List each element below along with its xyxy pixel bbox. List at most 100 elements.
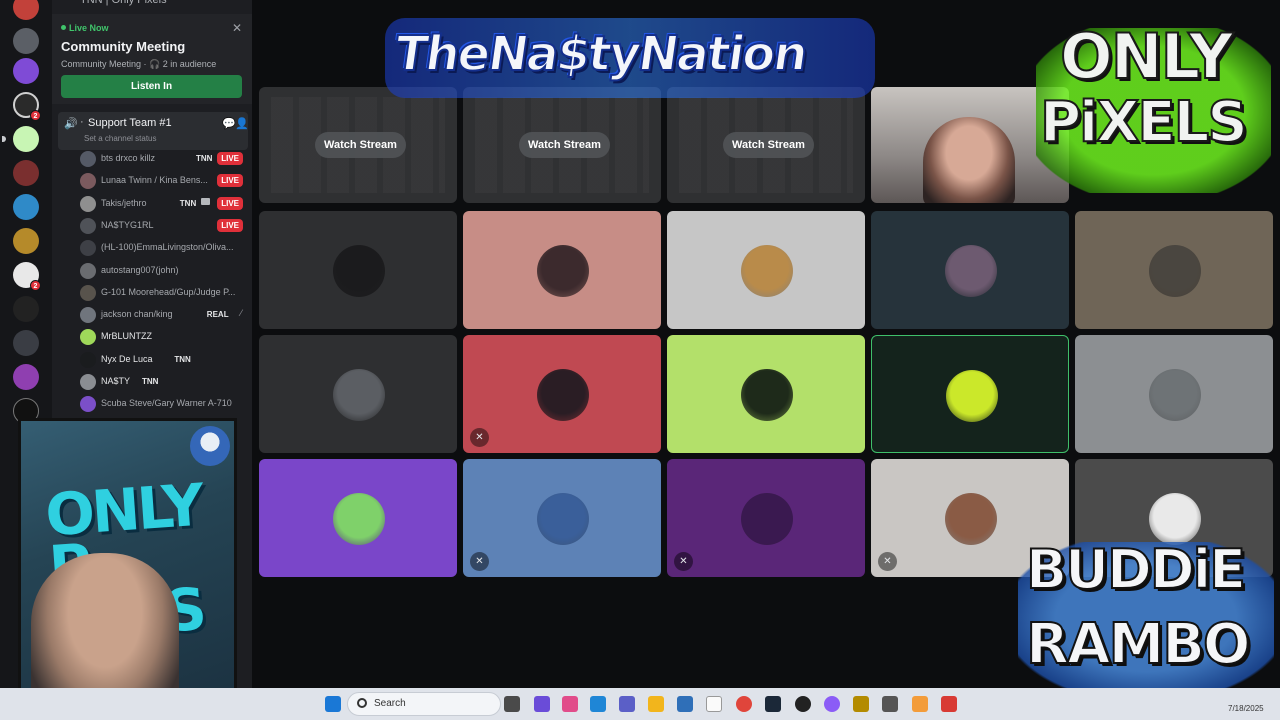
participant-tile[interactable] xyxy=(259,211,457,329)
teams-icon[interactable] xyxy=(619,696,635,712)
chrome-icon[interactable] xyxy=(736,696,752,712)
participant-avatar xyxy=(1149,245,1201,297)
participant-avatar xyxy=(945,493,997,545)
nasty-nation-logo-text: TheNa$tyNation xyxy=(390,25,811,83)
voice-member[interactable]: Lunaa Twinn / Kina Bens... LIVE xyxy=(78,170,248,192)
muted-mic-icon: ✕ xyxy=(470,552,489,571)
participant-tile[interactable]: ✕ xyxy=(463,335,661,453)
app-icon[interactable] xyxy=(562,696,578,712)
member-tag: TNN xyxy=(174,354,191,364)
voice-member[interactable]: bts drxco killz TNN LIVE xyxy=(78,148,248,170)
watch-stream-button[interactable]: Watch Stream xyxy=(315,132,406,158)
task-view-icon[interactable] xyxy=(504,696,520,712)
server-icon[interactable] xyxy=(13,58,39,84)
avatar xyxy=(80,307,96,324)
member-name: autostang007(john) xyxy=(101,264,179,275)
voice-member[interactable]: Takis/jethro TNN LIVE xyxy=(78,193,248,215)
stage-title: Community Meeting xyxy=(61,39,186,54)
voice-member[interactable]: MrBLUNTZZ xyxy=(78,326,248,348)
app-icon[interactable] xyxy=(853,696,869,712)
server-icon[interactable] xyxy=(13,0,39,20)
voice-member[interactable]: Nyx De Luca TNN xyxy=(78,349,248,371)
watch-stream-button[interactable]: Watch Stream xyxy=(723,132,814,158)
search-icon xyxy=(357,698,367,708)
participant-video xyxy=(923,117,1015,203)
server-icon[interactable] xyxy=(13,194,39,220)
clock-date[interactable]: 7/18/2025 xyxy=(1228,704,1264,713)
voice-member[interactable]: G-101 Moorehead/Gup/Judge P... xyxy=(78,282,248,304)
screen: 2 2 TNN | Only Pixels Live Now ✕ Communi… xyxy=(0,0,1280,720)
participant-avatar xyxy=(333,245,385,297)
obs-icon[interactable] xyxy=(795,696,811,712)
edge-icon[interactable] xyxy=(590,696,606,712)
stream-tile[interactable]: Watch Stream xyxy=(463,87,661,203)
app-icon[interactable] xyxy=(941,696,957,712)
app-icon[interactable] xyxy=(912,696,928,712)
live-now-label: Live Now xyxy=(61,23,109,33)
server-icon[interactable] xyxy=(13,330,39,356)
watch-stream-button[interactable]: Watch Stream xyxy=(519,132,610,158)
close-icon[interactable]: ✕ xyxy=(232,21,242,35)
live-badge: LIVE xyxy=(217,218,243,232)
only-pixels-line2: PiXELS xyxy=(1039,89,1249,156)
participant-tile[interactable]: ✕ xyxy=(667,459,865,577)
steam-icon[interactable] xyxy=(765,696,781,712)
participant-tile[interactable] xyxy=(1075,335,1273,453)
voice-member[interactable]: Scuba Steve/Gary Warner A-710 xyxy=(78,393,248,415)
member-name: NA$TYG1RL xyxy=(101,219,154,230)
stage-subtitle: Community Meeting · 🎧 2 in audience xyxy=(61,59,217,69)
windows-start-icon[interactable] xyxy=(325,696,341,712)
chat-app-icon[interactable] xyxy=(534,696,550,712)
listen-in-button[interactable]: Listen In xyxy=(61,75,242,98)
stream-tile[interactable]: Watch Stream xyxy=(667,87,865,203)
voice-member[interactable]: (HL-100)EmmaLivingston/Oliva... xyxy=(78,237,248,259)
member-name: NA$TY xyxy=(101,376,131,386)
muted-mic-icon: ⁄ xyxy=(240,308,242,319)
participant-tile[interactable]: ✕ xyxy=(463,459,661,577)
channel-status[interactable]: Set a channel status xyxy=(84,134,157,143)
participant-tile[interactable] xyxy=(667,335,865,453)
voice-member[interactable]: autostang007(john) xyxy=(78,260,248,282)
participant-avatar xyxy=(946,370,998,422)
live-badge: LIVE xyxy=(217,152,243,165)
stream-tile[interactable]: Watch Stream xyxy=(259,87,457,203)
server-icon[interactable] xyxy=(13,296,39,322)
member-tag: TNN xyxy=(142,377,159,386)
unread-indicator xyxy=(2,136,6,142)
file-explorer-icon[interactable] xyxy=(648,696,664,712)
participant-tile[interactable] xyxy=(871,211,1069,329)
participant-tile[interactable] xyxy=(259,335,457,453)
server-icon[interactable] xyxy=(13,228,39,254)
avatar xyxy=(80,374,96,390)
add-user-icon[interactable]: 👤 xyxy=(235,117,249,130)
server-icon[interactable] xyxy=(13,160,39,186)
buddie-rambo-line2: RAMBO xyxy=(1025,611,1251,678)
participant-tile[interactable] xyxy=(259,459,457,577)
voice-member[interactable]: NA$TY TNN xyxy=(78,371,248,393)
voice-member[interactable]: jackson chan/king REAL ⁄ xyxy=(78,304,248,326)
participant-tile[interactable] xyxy=(667,211,865,329)
participant-tile[interactable] xyxy=(463,211,661,329)
app-icon[interactable] xyxy=(824,696,840,712)
voice-member[interactable]: NA$TYG1RL LIVE xyxy=(78,215,248,237)
participant-tile[interactable] xyxy=(1075,211,1273,329)
voice-channel-support-team[interactable]: 🔊 · Support Team #1 Set a channel status… xyxy=(58,112,249,150)
participant-avatar xyxy=(741,245,793,297)
chat-icon[interactable]: 💬 xyxy=(222,117,236,130)
participant-avatar xyxy=(537,493,589,545)
participant-tile[interactable] xyxy=(871,335,1069,453)
server-icon[interactable] xyxy=(13,28,39,54)
avatar xyxy=(80,217,96,234)
avatar xyxy=(80,284,96,301)
app-icon[interactable] xyxy=(882,696,898,712)
server-icon[interactable] xyxy=(13,126,39,152)
taskbar-search[interactable]: Search xyxy=(347,692,501,716)
member-name: (HL-100)EmmaLivingston/Oliva... xyxy=(101,242,234,253)
server-icon[interactable] xyxy=(13,364,39,390)
notepad-icon[interactable] xyxy=(706,696,722,712)
participant-avatar xyxy=(333,493,385,545)
server-header[interactable]: TNN | Only Pixels xyxy=(52,0,252,8)
search-label: Search xyxy=(374,698,406,709)
store-icon[interactable] xyxy=(677,696,693,712)
only-pixels-logo: ONLY PiXELS xyxy=(1026,8,1276,198)
